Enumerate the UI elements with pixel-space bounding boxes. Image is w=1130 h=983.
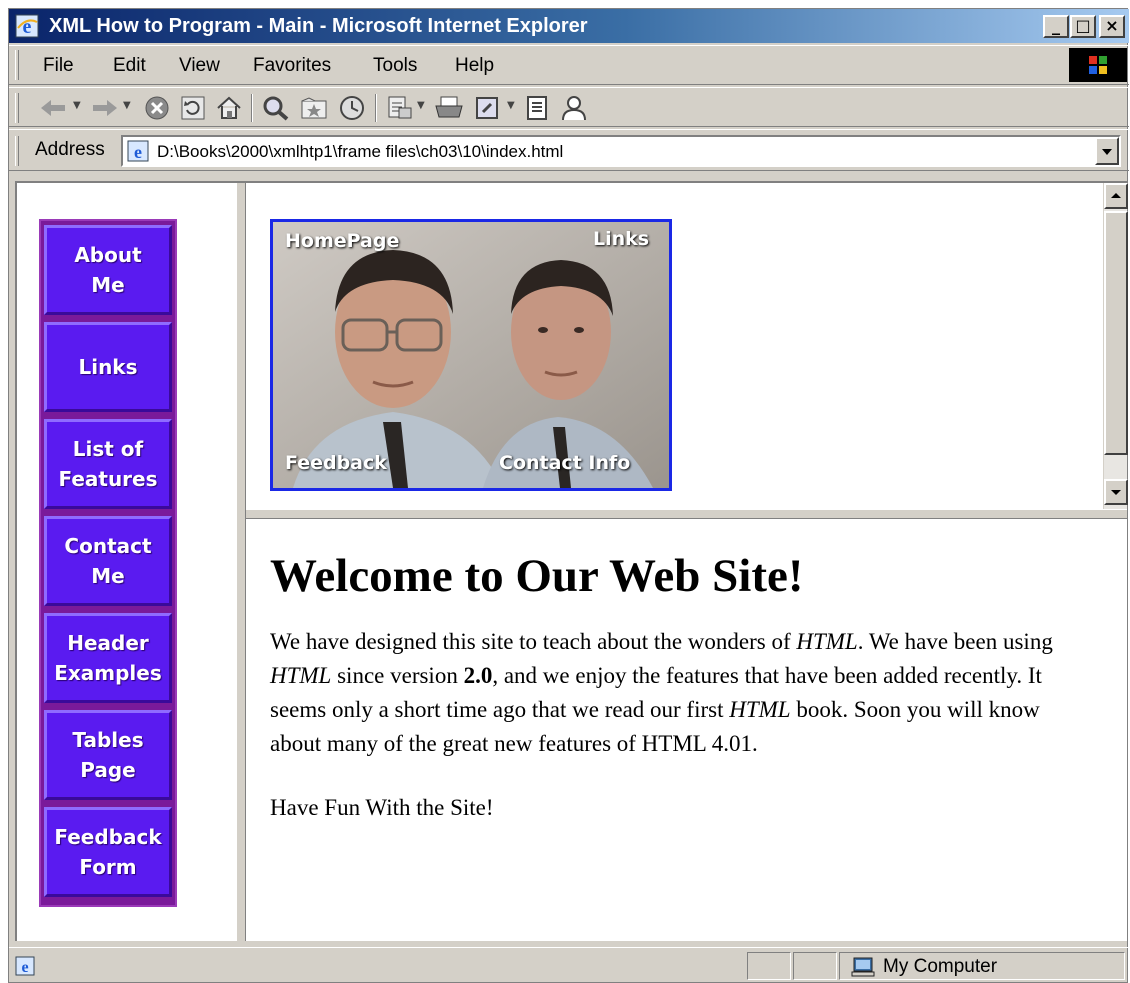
mail-icon[interactable] xyxy=(385,94,415,122)
status-pane xyxy=(793,952,837,980)
status-zone-label: My Computer xyxy=(883,956,998,977)
nav-contact-me[interactable]: Contact Me xyxy=(44,516,172,606)
menu-favorites[interactable]: Favorites xyxy=(253,55,331,77)
address-grip[interactable] xyxy=(15,136,19,166)
page-status-icon: e xyxy=(15,956,35,976)
mail-dropdown-icon[interactable]: ▼ xyxy=(417,100,425,111)
status-bar: e My Computer xyxy=(9,947,1129,983)
back-dropdown-icon[interactable]: ▼ xyxy=(73,100,81,111)
welcome-heading: Welcome to Our Web Site! xyxy=(270,550,804,602)
home-icon[interactable] xyxy=(215,94,243,122)
close-button[interactable]: × xyxy=(1099,15,1125,38)
address-input[interactable]: e D:\Books\2000\xmlhtp1\frame files\ch03… xyxy=(121,135,1121,167)
menu-view[interactable]: View xyxy=(179,55,220,77)
nav-links-label: Links xyxy=(78,355,138,379)
back-icon[interactable] xyxy=(37,94,71,122)
toolbar-grip[interactable] xyxy=(15,93,19,123)
windows-logo-icon xyxy=(1069,48,1127,82)
scroll-thumb[interactable] xyxy=(1104,211,1128,455)
menu-tools[interactable]: Tools xyxy=(373,55,417,77)
page-content: About Me Links List of Features Contact Me … xyxy=(15,181,1128,941)
authors-image-map[interactable]: HomePage Links Feedback Contact Info xyxy=(270,219,672,491)
address-dropdown-button[interactable] xyxy=(1095,137,1119,165)
menu-bar: File Edit View Favorites Tools Help xyxy=(9,45,1129,85)
standard-toolbar: ▼ ▼ ▼ ▼ xyxy=(9,87,1129,127)
have-fun-text: Have Fun With the Site! xyxy=(270,795,494,820)
intro-paragraph: We have designed this site to teach abou… xyxy=(270,629,1053,756)
svg-text:e: e xyxy=(23,16,32,38)
nav-contact-me-label: Contact Me xyxy=(64,534,152,588)
chevron-down-icon xyxy=(1102,149,1112,155)
nav-tables-page-label: Tables Page xyxy=(72,728,144,782)
browser-window: e XML How to Program - Main - Microsoft … xyxy=(8,8,1129,983)
nav-header-examples[interactable]: Header Examples xyxy=(44,613,172,703)
main-content-frame: Welcome to Our Web Site! We have designe… xyxy=(246,519,1127,941)
nav-feedback-form-label: Feedback Form xyxy=(54,825,162,879)
print-icon[interactable] xyxy=(433,94,465,122)
address-bar: Address e D:\Books\2000\xmlhtp1\frame fi… xyxy=(9,129,1129,171)
nav-list-of-features-label: List of Features xyxy=(58,437,158,491)
forward-icon[interactable] xyxy=(87,94,121,122)
toolbar-separator xyxy=(251,94,253,122)
imagemap-contact-link[interactable]: Contact Info xyxy=(499,452,630,474)
imagemap-feedback-link[interactable]: Feedback xyxy=(285,452,387,474)
arrow-up-icon xyxy=(1111,193,1121,198)
favorites-icon[interactable] xyxy=(299,94,329,122)
svg-text:e: e xyxy=(134,142,142,162)
menu-grip[interactable] xyxy=(15,50,19,80)
image-map-frame: HomePage Links Feedback Contact Info xyxy=(246,183,1128,509)
nav-button-column: About Me Links List of Features Contact Me … xyxy=(39,219,177,907)
nav-feedback-form[interactable]: Feedback Form xyxy=(44,807,172,897)
nav-about-me[interactable]: About Me xyxy=(44,225,172,315)
nav-header-examples-label: Header Examples xyxy=(54,631,162,685)
nav-tables-page[interactable]: Tables Page xyxy=(44,710,172,800)
authors-photo xyxy=(273,222,669,488)
imagemap-links-link[interactable]: Links xyxy=(593,228,649,250)
minimize-button[interactable]: _ xyxy=(1043,15,1069,38)
nav-links[interactable]: Links xyxy=(44,322,172,412)
menu-edit[interactable]: Edit xyxy=(113,55,146,77)
imagemap-homepage-link[interactable]: HomePage xyxy=(285,230,399,252)
search-icon[interactable] xyxy=(261,94,291,122)
address-label: Address xyxy=(35,139,105,160)
scroll-down-button[interactable] xyxy=(1104,479,1128,505)
stop-icon[interactable] xyxy=(143,94,171,122)
maximize-button[interactable]: □ xyxy=(1070,15,1096,38)
refresh-icon[interactable] xyxy=(179,94,207,122)
navigation-frame: About Me Links List of Features Contact Me … xyxy=(17,183,236,941)
nav-list-of-features[interactable]: List of Features xyxy=(44,419,172,509)
arrow-down-icon xyxy=(1111,490,1121,495)
toolbar-separator xyxy=(375,94,377,122)
title-bar[interactable]: e XML How to Program - Main - Microsoft … xyxy=(9,9,1129,43)
my-computer-icon xyxy=(851,957,875,977)
frame-divider-vertical[interactable] xyxy=(236,183,246,941)
history-icon[interactable] xyxy=(337,94,367,122)
address-value[interactable]: D:\Books\2000\xmlhtp1\frame files\ch03\1… xyxy=(157,142,563,162)
messenger-icon[interactable] xyxy=(559,94,589,122)
scroll-up-button[interactable] xyxy=(1104,183,1128,209)
page-icon: e xyxy=(127,140,149,162)
forward-dropdown-icon[interactable]: ▼ xyxy=(123,100,131,111)
nav-about-me-label: About Me xyxy=(74,243,142,297)
frame-divider-horizontal[interactable] xyxy=(246,509,1127,519)
edit-icon[interactable] xyxy=(473,94,503,122)
svg-text:e: e xyxy=(21,959,28,976)
top-frame-scrollbar[interactable] xyxy=(1103,183,1128,509)
status-pane xyxy=(747,952,791,980)
edit-dropdown-icon[interactable]: ▼ xyxy=(507,100,515,111)
window-title: XML How to Program - Main - Microsoft In… xyxy=(49,15,588,37)
internet-explorer-icon: e xyxy=(15,14,39,38)
menu-file[interactable]: File xyxy=(43,55,74,77)
menu-help[interactable]: Help xyxy=(455,55,494,77)
discuss-icon[interactable] xyxy=(523,94,551,122)
